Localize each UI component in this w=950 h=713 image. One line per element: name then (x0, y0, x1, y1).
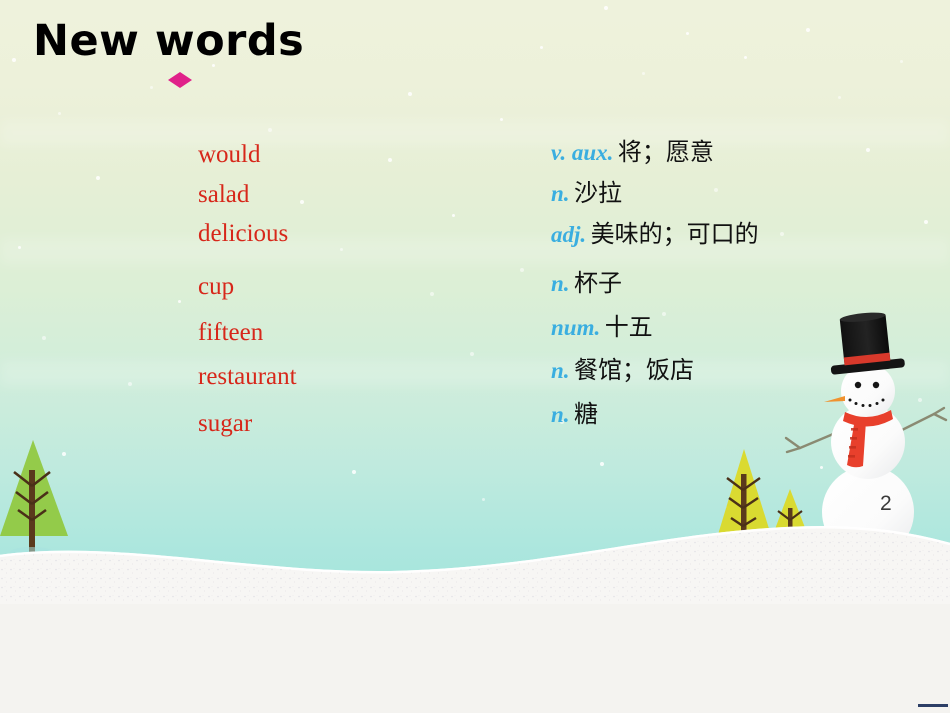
vocab-word: salad (198, 181, 250, 208)
vocab-word: would (198, 141, 261, 168)
page-number: 2 (880, 492, 892, 515)
definition-row: adj. 美味的；可口的 (551, 222, 759, 246)
meaning-text: 美味的；可口的 (590, 220, 759, 248)
vocab-word: restaurant (198, 363, 297, 390)
part-of-speech: adj. (551, 222, 587, 247)
meaning-text: 十五 (604, 313, 653, 341)
meaning-text: 沙拉 (574, 179, 622, 207)
definition-row: num. 十五 (551, 315, 653, 339)
vocab-word: cup (198, 273, 235, 300)
meaning-text: 餐馆；饭店 (574, 356, 694, 384)
part-of-speech: n. (551, 181, 570, 206)
definition-row: n. 餐馆；饭店 (551, 358, 694, 382)
page-title: New words (33, 16, 305, 66)
definition-row: n. 糖 (551, 402, 598, 426)
part-of-speech: n. (551, 358, 570, 383)
part-of-speech: num. (551, 315, 601, 340)
meaning-text: 糖 (574, 400, 598, 428)
definition-row: n. 沙拉 (551, 181, 622, 205)
vocab-word: sugar (198, 410, 253, 437)
definition-row: n. 杯子 (551, 271, 622, 295)
part-of-speech: v. aux. (551, 140, 614, 165)
corner-marker (918, 704, 948, 707)
slide-canvas: New words would salad delicious cup fift… (0, 0, 950, 713)
vocab-word: fifteen (198, 319, 264, 346)
meaning-text: 杯子 (574, 269, 622, 297)
winter-scene-background (0, 0, 950, 600)
meaning-text: 将；愿意 (617, 138, 714, 166)
part-of-speech: n. (551, 402, 570, 427)
vocab-word: delicious (198, 220, 289, 247)
part-of-speech: n. (551, 271, 570, 296)
definition-row: v. aux. 将；愿意 (551, 140, 714, 164)
